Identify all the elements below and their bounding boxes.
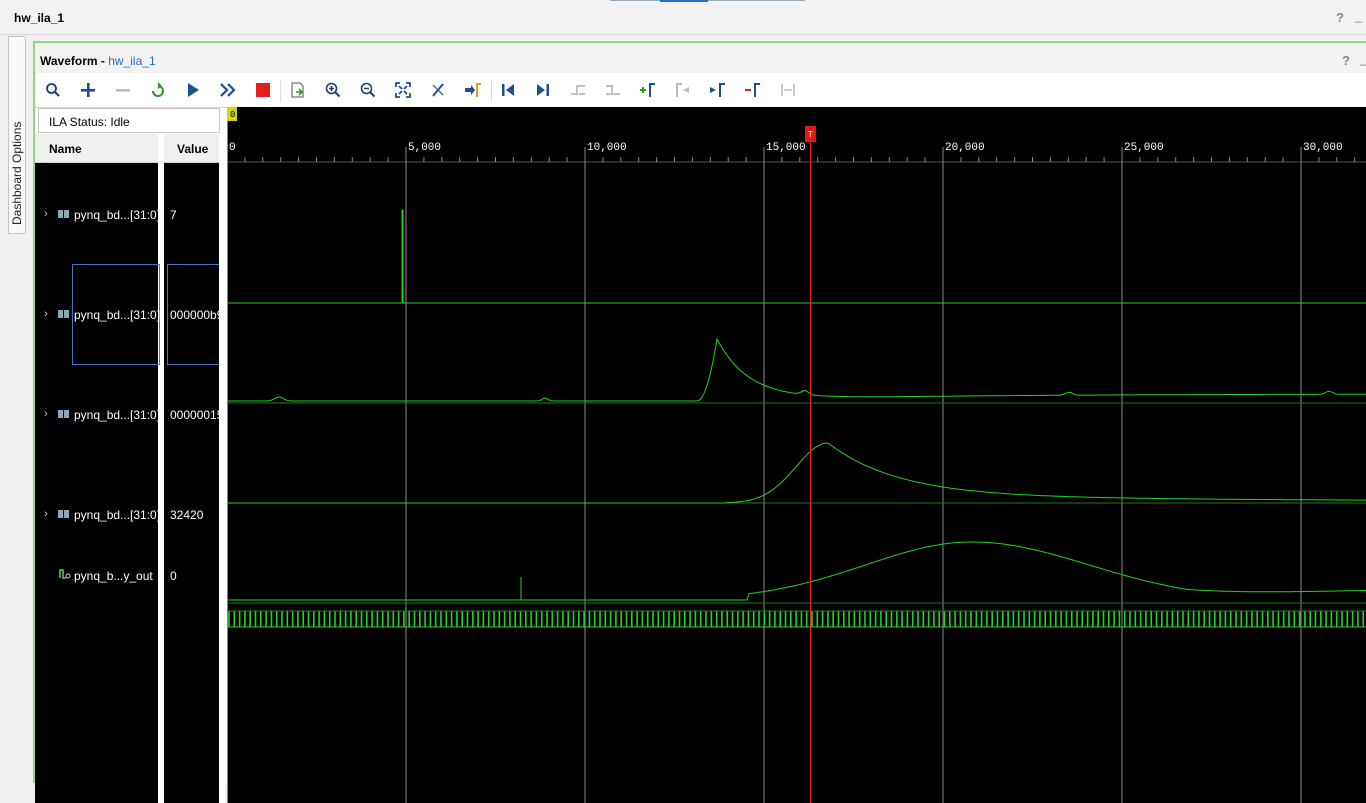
stop-icon[interactable] <box>250 78 276 102</box>
ila-status-text: ILA Status: Idle <box>49 115 130 129</box>
name-header-label: Name <box>49 142 82 156</box>
cursor-icon[interactable] <box>425 78 451 102</box>
signal-value: 00000015 <box>170 408 219 422</box>
help-icon[interactable]: ? <box>1336 10 1344 25</box>
time-tick-label: 25,000 <box>1124 142 1164 154</box>
waveform-canvas[interactable]: 0 5,000 10,000 15,000 20,000 25,000 30,000 0 T <box>227 107 1366 803</box>
ila-status-box: ILA Status: Idle <box>38 108 220 133</box>
remove-icon[interactable] <box>110 78 136 102</box>
next-marker-icon[interactable] <box>705 78 731 102</box>
panel-title: Waveform - hw_ila_1 <box>40 54 156 68</box>
zoom-out-icon[interactable] <box>355 78 381 102</box>
dashboard-options-label: Dashboard Options <box>10 121 24 225</box>
add-marker-icon[interactable] <box>635 78 661 102</box>
zoom-in-icon[interactable] <box>320 78 346 102</box>
bus-icon <box>58 410 69 418</box>
time-tick-label: 30,000 <box>1303 142 1343 154</box>
value-column-header[interactable]: Value <box>164 134 219 163</box>
signal-value-list: 7 000000b9 00000015 32420 0 <box>164 163 219 803</box>
panel-minimize-icon[interactable]: _ <box>1360 51 1366 66</box>
prev-transition-icon[interactable] <box>565 78 591 102</box>
bus-icon <box>58 310 69 318</box>
panel-subtitle-link[interactable]: hw_ila_1 <box>108 54 155 68</box>
signal-name[interactable]: pynq_bd...[31:0] <box>74 408 160 422</box>
expand-chevron-icon[interactable]: › <box>44 508 48 520</box>
toolbar-separator <box>280 80 281 102</box>
signal-value: 000000b9 <box>170 308 219 322</box>
waveform-panel: Waveform - hw_ila_1 ? _ ILA Status: Idle… <box>33 41 1366 803</box>
bus-icon <box>58 510 69 518</box>
add-icon[interactable] <box>75 78 101 102</box>
bit-signal-icon <box>59 569 71 579</box>
waveform-panel-header: Waveform - hw_ila_1 ? _ <box>35 43 1366 73</box>
waveform-toolbar <box>35 74 1366 108</box>
zoom-fit-icon[interactable] <box>390 78 416 102</box>
refresh-trigger-icon[interactable] <box>145 78 171 102</box>
window-titlebar: hw_ila_1 ? _ <box>0 0 1366 35</box>
name-column-header[interactable]: Name <box>35 134 158 163</box>
expand-chevron-icon[interactable]: › <box>44 208 48 220</box>
expand-chevron-icon[interactable]: › <box>44 408 48 420</box>
time-tick-label: 15,000 <box>766 142 806 154</box>
panel-help-icon[interactable]: ? <box>1342 53 1350 68</box>
trigger-marker-label: T <box>808 130 814 140</box>
column-divider[interactable] <box>219 134 225 803</box>
swap-icon[interactable] <box>775 78 801 102</box>
go-to-start-icon[interactable] <box>495 78 521 102</box>
next-transition-icon[interactable] <box>600 78 626 102</box>
time-tick-label: 5,000 <box>408 142 441 154</box>
active-tab-indicator <box>660 0 708 2</box>
time-tick-label: 10,000 <box>587 142 627 154</box>
run-icon[interactable] <box>180 78 206 102</box>
signal-name-list: › pynq_bd...[31:0] › pynq_bd...[31:0] › … <box>35 163 160 803</box>
signal-name[interactable]: pynq_bd...[31:0] <box>74 508 160 522</box>
expand-chevron-icon[interactable]: › <box>44 308 48 320</box>
time-tick-label: 20,000 <box>945 142 985 154</box>
time-tick-label: 0 <box>229 142 236 154</box>
origin-marker-label: 0 <box>230 110 235 120</box>
signal-name[interactable]: pynq_bd...[31:0] <box>74 308 160 322</box>
window-title: hw_ila_1 <box>14 11 65 25</box>
signal-name[interactable]: pynq_b...y_out <box>74 569 153 583</box>
dashboard-options-tab[interactable]: Dashboard Options <box>8 36 26 234</box>
prev-marker-icon[interactable] <box>670 78 696 102</box>
go-to-marker-icon[interactable] <box>460 78 486 102</box>
bus-icon <box>58 210 69 218</box>
signal-name[interactable]: pynq_bd...[31:0] <box>74 208 160 222</box>
signal-value: 0 <box>170 569 177 583</box>
toolbar-separator <box>491 80 492 102</box>
minimize-icon[interactable]: _ <box>1355 8 1362 23</box>
panel-title-text: Waveform <box>40 54 98 68</box>
search-icon[interactable] <box>40 78 66 102</box>
run-immediate-icon[interactable] <box>215 78 241 102</box>
go-to-end-icon[interactable] <box>530 78 556 102</box>
signal-value: 32420 <box>170 508 204 522</box>
value-header-label: Value <box>177 142 209 156</box>
export-icon[interactable] <box>285 78 311 102</box>
waveform-svg[interactable]: 0 5,000 10,000 15,000 20,000 25,000 30,000 0 T <box>227 107 1366 803</box>
panel-title-separator: - <box>97 54 109 68</box>
signal-value: 7 <box>170 208 177 222</box>
delete-marker-icon[interactable] <box>740 78 766 102</box>
